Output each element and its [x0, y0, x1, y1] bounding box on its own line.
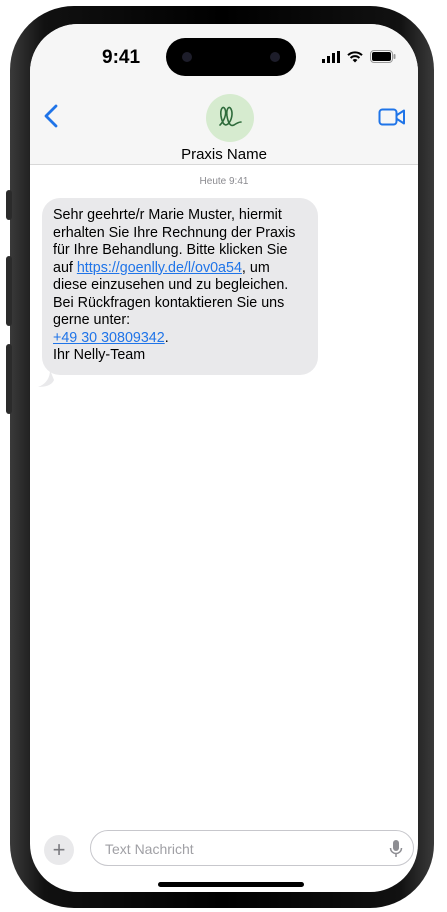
- volume-up-button: [6, 256, 12, 326]
- video-camera-icon[interactable]: [378, 107, 406, 127]
- volume-down-button: [6, 344, 12, 414]
- battery-icon: [370, 50, 396, 63]
- nelly-logo-icon: [219, 106, 242, 127]
- message-input-field[interactable]: [90, 830, 414, 867]
- home-indicator[interactable]: [158, 882, 304, 887]
- message-timestamp: Heute 9:41: [199, 176, 249, 187]
- dynamic-island: [166, 38, 296, 76]
- camera-icon: [182, 52, 192, 62]
- plus-icon: +: [52, 837, 66, 862]
- message-signature: Ihr Nelly-Team: [53, 347, 146, 363]
- screen: 9:41 Praxis Name Heute 9:41 Sehr geehrte…: [30, 24, 418, 892]
- action-button: [6, 190, 12, 220]
- phone-link[interactable]: +49 30 30809342: [53, 330, 165, 346]
- status-icons: [322, 50, 396, 63]
- wifi-icon: [347, 50, 363, 62]
- bubble-tail: [38, 370, 54, 387]
- message-period: .: [164, 329, 169, 346]
- sensor-icon: [270, 52, 280, 62]
- microphone-icon[interactable]: [389, 839, 403, 859]
- conversation-header: Praxis Name: [30, 94, 418, 165]
- contact-avatar[interactable]: [206, 94, 254, 142]
- cellular-signal-icon: [322, 50, 340, 63]
- contact-name[interactable]: Praxis Name: [30, 146, 418, 163]
- status-time: 9:41: [102, 47, 141, 68]
- chevron-left-icon[interactable]: [44, 104, 58, 128]
- message-input[interactable]: [103, 831, 377, 867]
- message-bubble: Sehr geehrte/r Marie Muster, hiermit erh…: [42, 198, 318, 375]
- status-bar: 9:41: [30, 24, 418, 94]
- add-attachment-button[interactable]: +: [44, 835, 74, 865]
- invoice-link[interactable]: https://goenlly.de/l/ov0a54: [77, 260, 242, 276]
